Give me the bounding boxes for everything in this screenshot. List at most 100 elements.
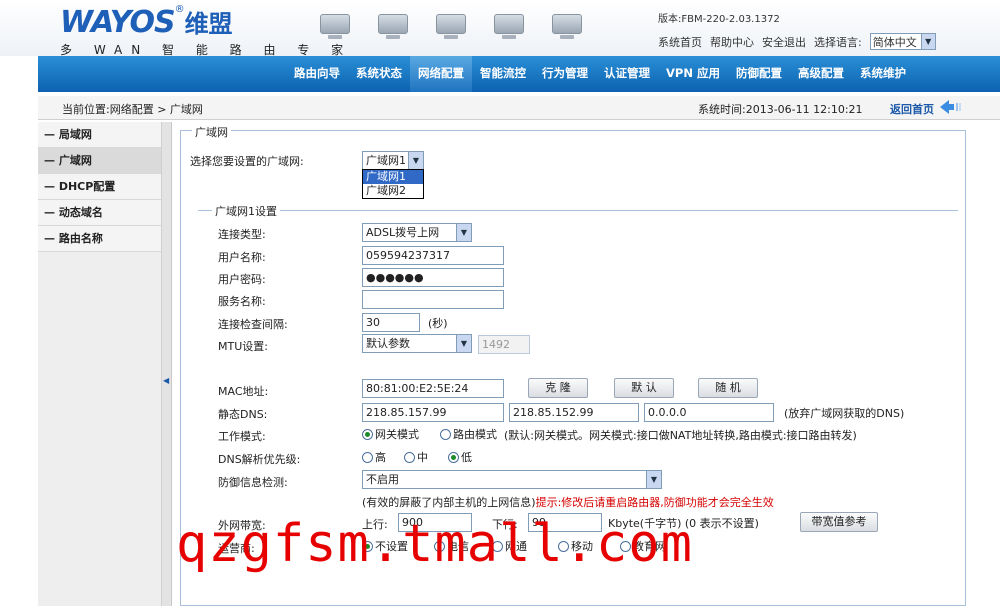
monitor-icon [436,14,466,40]
isp-netcom-radio[interactable]: 网通 [492,538,527,554]
mode-note: (默认:网关模式。网关模式:接口做NAT地址转换,路由模式:接口路由转发) [504,429,857,442]
monitor-icon [552,14,582,40]
monitor-icon [378,14,408,40]
wan1-divider [198,210,958,211]
monitor-icons [320,14,582,40]
priority-low-radio[interactable]: 低 [448,449,472,465]
upload-input[interactable]: 900 [398,513,472,532]
wan-option-1[interactable]: 广域网1 [363,170,423,184]
defense-label: 防御信息检测: [218,476,288,489]
dns2-input[interactable]: 218.85.152.99 [509,403,639,422]
chevron-down-icon: ▼ [646,471,661,488]
defense-note-text: (有效的屏蔽了内部主机的上网信息) [362,496,536,509]
nav-traffic-control[interactable]: 智能流控 [472,56,534,92]
wan1-settings-title: 广域网1设置 [212,203,280,219]
password-input[interactable]: ●●●●●● [362,268,504,287]
mode-gateway-radio[interactable]: 网关模式 [362,426,419,442]
password-label: 用户密码: [218,273,266,286]
mtu-number-input: 1492 [478,335,530,354]
sidebar-item-dhcp[interactable]: — DHCP配置 [38,174,161,200]
wan-select-value: 广域网1 [366,154,406,167]
username-label: 用户名称: [218,251,266,264]
sidebar-splitter[interactable] [162,122,172,606]
isp-none-radio[interactable]: 不设置 [362,538,408,554]
breadcrumb: 当前位置:网络配置 > 广域网 [62,103,203,116]
back-home-link[interactable]: 返回首页 [890,101,934,117]
page: WAYOS®维盟 多 WAN 智 能 路 由 专 家 版本:FBM-220-2.… [0,0,1000,606]
wan-fieldset [180,130,966,606]
header: WAYOS®维盟 多 WAN 智 能 路 由 专 家 版本:FBM-220-2.… [0,0,1000,57]
priority-high-radio[interactable]: 高 [362,449,386,465]
mac-input[interactable]: 80:81:00:E2:5E:24 [362,379,504,398]
mtu-select[interactable]: 默认参数 ▼ [362,334,472,353]
mode-router-label: 路由模式 [453,428,497,441]
clone-mac-button[interactable]: 克 隆 [528,378,588,398]
sidebar-item-router-name[interactable]: — 路由名称 [38,226,161,252]
collapse-arrow-icon[interactable]: ◀ [163,376,169,385]
priority-low-label: 低 [461,451,472,464]
nav-defense[interactable]: 防御配置 [728,56,790,92]
dns-priority-label: DNS解析优先级: [218,453,301,466]
nav-vpn[interactable]: VPN 应用 [658,56,728,92]
monitor-icon [494,14,524,40]
default-mac-button[interactable]: 默 认 [614,378,674,398]
random-mac-button[interactable]: 随 机 [698,378,758,398]
logo-cn-text: 维盟 [184,10,233,38]
mtu-select-value: 默认参数 [366,337,410,350]
isp-netcom-label: 网通 [505,540,527,553]
priority-mid-radio[interactable]: 中 [404,449,428,465]
chevron-down-icon: ▼ [408,152,423,169]
isp-telecom-radio[interactable]: 电信 [434,538,469,554]
bandwidth-reference-button[interactable]: 带宽值参考 [800,512,878,532]
language-label: 选择语言: [814,35,862,49]
interval-label: 连接检查间隔: [218,318,288,331]
monitor-icon [320,14,350,40]
isp-edu-label: 教育网 [633,540,666,553]
wan-option-2[interactable]: 广域网2 [363,184,423,198]
language-select[interactable]: 简体中文 ▼ [869,33,936,50]
interval-input[interactable]: 30 [362,313,420,332]
nav-network-config[interactable]: 网络配置 [410,56,472,92]
dns3-input[interactable]: 0.0.0.0 [644,403,774,422]
sidebar-item-lan[interactable]: — 局域网 [38,122,161,148]
sidebar-item-wan[interactable]: — 广域网 [38,148,161,174]
mode-router-radio[interactable]: 路由模式 [440,426,497,442]
link-help[interactable]: 帮助中心 [710,34,754,50]
back-arrow-icon[interactable] [940,100,962,114]
link-logout[interactable]: 安全退出 [762,34,806,50]
conn-type-label: 连接类型: [218,228,266,241]
interval-unit: (秒) [428,317,448,330]
defense-select-value: 不启用 [366,473,399,486]
isp-none-label: 不设置 [375,540,408,553]
download-input[interactable]: 99 [528,513,602,532]
sidebar: — 局域网 — 广域网 — DHCP配置 — 动态域名 — 路由名称 [38,122,162,606]
defense-note: (有效的屏蔽了内部主机的上网信息)提示:修改后请重启路由器,防御功能才会完全生效 [362,494,774,510]
nav-advanced[interactable]: 高级配置 [790,56,852,92]
sidebar-item-ddns[interactable]: — 动态域名 [38,200,161,226]
link-home[interactable]: 系统首页 [658,34,702,50]
isp-edu-radio[interactable]: 教育网 [620,538,666,554]
mac-label: MAC地址: [218,385,269,398]
nav-behavior-mgmt[interactable]: 行为管理 [534,56,596,92]
breadcrumb-bar: 当前位置:网络配置 > 广域网 系统时间:2013-06-11 12:10:21… [38,96,1000,120]
main-nav: 路由向导 系统状态 网络配置 智能流控 行为管理 认证管理 VPN 应用 防御配… [38,56,1000,92]
main-content: 广域网 选择您要设置的广域网: 广域网1 ▼ 广域网1 广域网2 广域网1设置 … [172,122,1000,606]
nav-auth-mgmt[interactable]: 认证管理 [596,56,658,92]
dns1-input[interactable]: 218.85.157.99 [362,403,504,422]
wan-select[interactable]: 广域网1 ▼ [362,151,424,170]
username-input[interactable]: 059594237317 [362,246,504,265]
nav-system-status[interactable]: 系统状态 [348,56,410,92]
defense-select[interactable]: 不启用 ▼ [362,470,662,489]
isp-mobile-radio[interactable]: 移动 [558,538,593,554]
section-title: 广域网 [192,124,231,140]
conn-type-value: ADSL拨号上网 [366,226,440,239]
download-label: 下行: [492,518,518,531]
nav-maintenance[interactable]: 系统维护 [852,56,914,92]
service-name-input[interactable] [362,290,504,309]
conn-type-select[interactable]: ADSL拨号上网 ▼ [362,223,472,242]
system-time: 系统时间:2013-06-11 12:10:21 [698,103,863,116]
chevron-down-icon: ▼ [456,335,471,352]
nav-route-wizard[interactable]: 路由向导 [286,56,348,92]
chevron-down-icon: ▼ [456,224,471,241]
upload-label: 上行: [362,518,388,531]
